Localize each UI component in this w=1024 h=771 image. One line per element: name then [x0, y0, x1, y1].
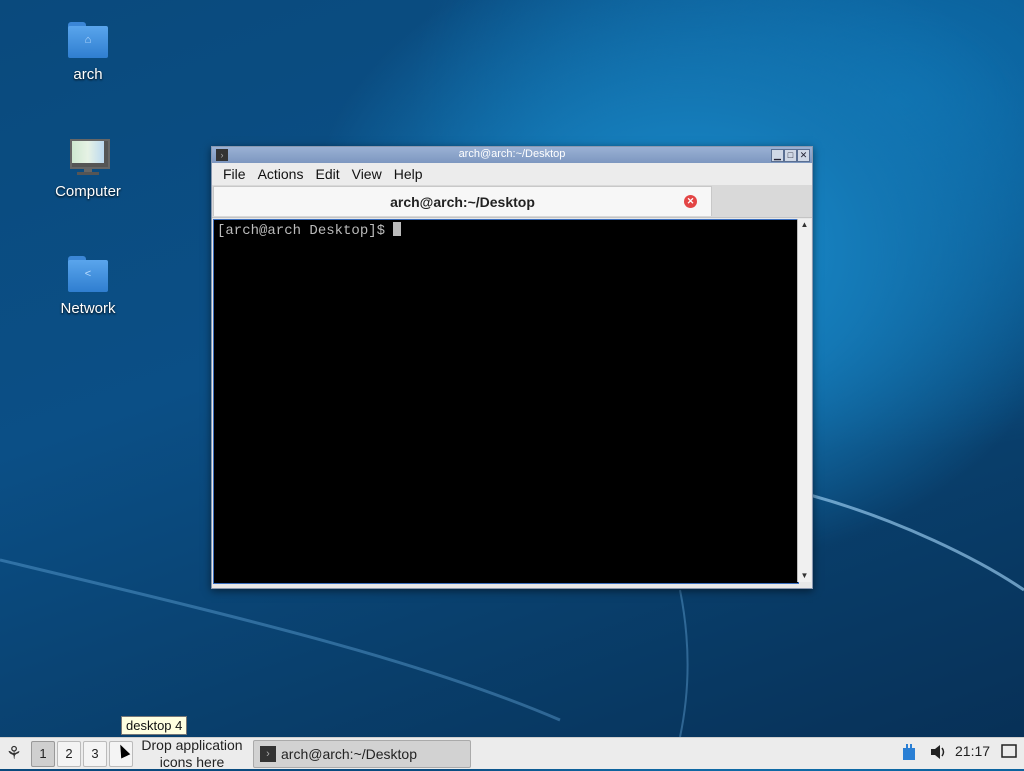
- terminal-line: [arch@arch Desktop]$: [217, 222, 402, 239]
- clock[interactable]: 21:17: [955, 743, 990, 759]
- menu-file[interactable]: File: [218, 166, 251, 182]
- taskbar-window-label: arch@arch:~/Desktop: [281, 746, 417, 762]
- terminal-output[interactable]: [arch@arch Desktop]$: [213, 219, 799, 584]
- menu-actions[interactable]: Actions: [253, 166, 309, 182]
- terminal-scrollbar[interactable]: ▲ ▼: [797, 219, 811, 582]
- window-titlebar[interactable]: › arch@arch:~/Desktop ▁ □ ✕: [212, 147, 812, 163]
- desktop-icon-network[interactable]: < Network: [33, 254, 143, 317]
- menu-bar: File Actions Edit View Help: [212, 163, 812, 185]
- launcher-drop-zone[interactable]: Drop application icons here: [136, 737, 248, 771]
- network-tray-icon[interactable]: [902, 743, 916, 764]
- tab-terminal[interactable]: arch@arch:~/Desktop ✕: [213, 186, 712, 216]
- desktop-icon-computer[interactable]: Computer: [33, 137, 143, 200]
- volume-icon[interactable]: [929, 743, 947, 764]
- show-desktop-icon[interactable]: [1001, 743, 1017, 762]
- terminal-prompt: [arch@arch Desktop]$: [217, 223, 394, 239]
- workspace-2-button[interactable]: 2: [57, 741, 81, 767]
- desktop-icon-label: Network: [60, 300, 116, 317]
- tab-close-icon[interactable]: ✕: [684, 195, 697, 208]
- workspace-tooltip: desktop 4: [121, 716, 188, 735]
- computer-icon: [67, 137, 110, 177]
- desktop-icon-label: arch: [73, 66, 103, 83]
- tab-bar: arch@arch:~/Desktop ✕: [212, 185, 812, 218]
- desktop-icon-home[interactable]: ⌂ arch: [33, 20, 143, 83]
- desktop-icon-label: Computer: [55, 183, 121, 200]
- scroll-up-icon[interactable]: ▲: [798, 219, 811, 231]
- window-title: arch@arch:~/Desktop: [458, 148, 566, 160]
- terminal-window[interactable]: › arch@arch:~/Desktop ▁ □ ✕ File Actions…: [211, 146, 813, 589]
- menu-edit[interactable]: Edit: [310, 166, 344, 182]
- workspace-1-button[interactable]: 1: [31, 741, 55, 767]
- tab-title: arch@arch:~/Desktop: [390, 194, 535, 210]
- start-menu-icon[interactable]: ⚘: [3, 742, 25, 764]
- workspace-3-button[interactable]: 3: [83, 741, 107, 767]
- terminal-cursor: [393, 222, 402, 236]
- taskbar: ⚘ 1 2 3 Drop application icons here › ar…: [0, 737, 1024, 771]
- close-button[interactable]: ✕: [797, 149, 810, 162]
- network-folder-icon: <: [67, 254, 109, 294]
- scroll-down-icon[interactable]: ▼: [798, 570, 811, 582]
- home-folder-icon: ⌂: [67, 20, 109, 60]
- terminal-task-icon: ›: [260, 746, 276, 762]
- menu-help[interactable]: Help: [389, 166, 428, 182]
- menu-view[interactable]: View: [347, 166, 387, 182]
- minimize-button[interactable]: ▁: [771, 149, 784, 162]
- taskbar-window-button[interactable]: › arch@arch:~/Desktop: [253, 740, 471, 768]
- maximize-button[interactable]: □: [784, 149, 797, 162]
